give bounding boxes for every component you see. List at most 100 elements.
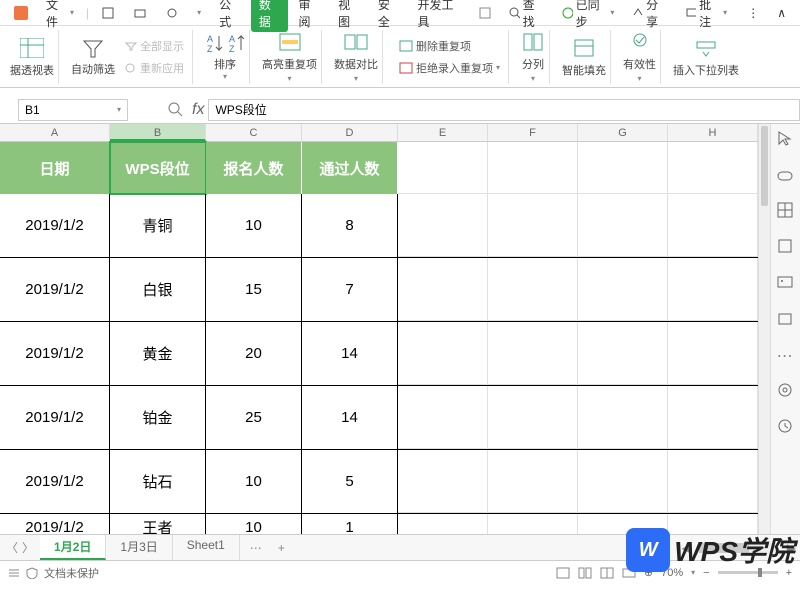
app-menu-icon[interactable] [6, 4, 36, 22]
insert-dropdown-button[interactable]: 插入下拉列表 [669, 30, 743, 84]
select-icon[interactable] [777, 166, 795, 184]
table-row[interactable]: 2019/1/2钻石105 [0, 450, 758, 514]
name-box[interactable]: B1 ▾ [18, 99, 128, 121]
cell[interactable]: 2019/1/2 [0, 386, 110, 449]
tab-review[interactable]: 审阅 [290, 0, 328, 32]
column-header-E[interactable]: E [398, 124, 488, 141]
file-menu[interactable]: 文件▾ [38, 0, 82, 32]
text-to-col-button[interactable]: 分列▾ [517, 30, 550, 84]
sheet-tab[interactable]: Sheet1 [173, 535, 240, 560]
spreadsheet-grid[interactable]: ABCDEFGH 日期WPS段位报名人数通过人数 2019/1/2青铜10820… [0, 124, 800, 534]
tab-next-icon[interactable]: 〉 [22, 539, 34, 556]
column-headers[interactable]: ABCDEFGH [0, 124, 758, 142]
tab-security[interactable]: 安全 [370, 0, 408, 32]
cell[interactable]: 15 [206, 258, 302, 321]
settings-icon[interactable] [777, 382, 795, 400]
remove-dup-button[interactable]: 删除重复项 [395, 36, 504, 56]
view-normal-icon[interactable] [556, 567, 570, 579]
cell[interactable]: 10 [206, 450, 302, 513]
more-icon[interactable]: ⋯ [777, 346, 795, 364]
table-row[interactable]: 2019/1/2青铜108 [0, 194, 758, 258]
pivot-group[interactable]: 据透视表 [6, 30, 59, 84]
cell[interactable]: 2019/1/2 [0, 322, 110, 385]
cell[interactable]: 5 [302, 450, 398, 513]
tab-devtools[interactable]: 开发工具 [410, 0, 469, 32]
cell[interactable]: 2019/1/2 [0, 450, 110, 513]
table-header[interactable]: 报名人数 [206, 142, 302, 194]
add-sheet-icon[interactable]: + [272, 541, 291, 555]
sort-button[interactable]: 排序▾ [214, 56, 236, 81]
column-header-A[interactable]: A [0, 124, 110, 141]
help-icon[interactable]: ⋮ [739, 4, 767, 22]
sync-status[interactable]: 已同步▾ [554, 0, 622, 32]
image-icon[interactable] [777, 274, 795, 292]
cell[interactable]: 14 [302, 386, 398, 449]
highlight-dup-button[interactable]: 高亮重复项▾ [258, 30, 322, 84]
showall-button[interactable]: 全部显示 [121, 36, 188, 56]
autofilter-button[interactable]: 自动筛选 [71, 37, 115, 77]
backup-icon[interactable] [777, 310, 795, 328]
column-header-B[interactable]: B [110, 124, 206, 141]
share-button[interactable]: 分享 [624, 0, 675, 32]
table-header[interactable]: 通过人数 [302, 142, 398, 194]
tab-view[interactable]: 视图 [330, 0, 368, 32]
collapse-icon[interactable]: ∧ [769, 4, 794, 22]
tab-prev-icon[interactable]: 〈 [6, 539, 18, 556]
tab-formula[interactable]: 公式 [211, 0, 249, 32]
list-icon[interactable] [8, 567, 20, 579]
grid-icon[interactable] [777, 202, 795, 220]
zoom-icon[interactable] [168, 102, 184, 118]
cell[interactable]: 王者 [110, 514, 206, 534]
view-page-icon[interactable] [578, 567, 592, 579]
save-icon[interactable] [93, 4, 123, 22]
column-header-C[interactable]: C [206, 124, 302, 141]
table-header[interactable]: 日期 [0, 142, 110, 194]
fx-icon[interactable]: fx [192, 101, 204, 119]
tab-more-icon[interactable]: ⋯ [240, 541, 272, 555]
table-row[interactable]: 2019/1/2黄金2014 [0, 322, 758, 386]
sheet-tab[interactable]: 1月2日 [40, 535, 106, 560]
sort-asc-button[interactable]: AZ [205, 32, 223, 54]
properties-icon[interactable] [777, 238, 795, 256]
smart-fill-button[interactable]: 智能填充 [558, 30, 611, 84]
cell[interactable]: 黄金 [110, 322, 206, 385]
print-icon[interactable] [125, 4, 155, 22]
formula-input[interactable]: WPS段位 [208, 99, 800, 121]
cell[interactable]: 2019/1/2 [0, 258, 110, 321]
history-icon[interactable] [777, 418, 795, 436]
column-header-D[interactable]: D [302, 124, 398, 141]
table-row[interactable]: 2019/1/2铂金2514 [0, 386, 758, 450]
cell[interactable]: 2019/1/2 [0, 194, 110, 257]
column-header-F[interactable]: F [488, 124, 578, 141]
cell[interactable]: 青铜 [110, 194, 206, 257]
vertical-scrollbar[interactable] [758, 124, 770, 534]
cell[interactable]: 2019/1/2 [0, 514, 110, 534]
protect-status[interactable]: 文档未保护 [44, 565, 99, 581]
cell[interactable]: 14 [302, 322, 398, 385]
tab-data[interactable]: 数据 [251, 0, 289, 32]
reapply-button[interactable]: 重新应用 [121, 58, 188, 78]
cell[interactable]: 25 [206, 386, 302, 449]
sort-desc-button[interactable]: AZ [227, 32, 245, 54]
validation-button[interactable]: 有效性▾ [619, 30, 661, 84]
cell[interactable]: 铂金 [110, 386, 206, 449]
undo-dropdown[interactable]: ▾ [189, 6, 209, 19]
cell[interactable]: 8 [302, 194, 398, 257]
cell[interactable]: 白银 [110, 258, 206, 321]
cursor-icon[interactable] [777, 130, 795, 148]
cell[interactable]: 10 [206, 194, 302, 257]
table-header[interactable]: WPS段位 [110, 142, 206, 194]
cell[interactable]: 10 [206, 514, 302, 534]
cell[interactable]: 7 [302, 258, 398, 321]
cell[interactable]: 1 [302, 514, 398, 534]
table-row[interactable]: 2019/1/2白银157 [0, 258, 758, 322]
view-break-icon[interactable] [600, 567, 614, 579]
preview-icon[interactable] [157, 4, 187, 22]
compare-button[interactable]: 数据对比▾ [330, 30, 383, 84]
search-button[interactable]: 查找 [501, 0, 552, 32]
reject-dup-button[interactable]: 拒绝录入重复项▾ [395, 58, 504, 78]
annotate-button[interactable]: 批注▾ [678, 0, 736, 32]
tab-more-icon[interactable] [471, 5, 499, 21]
cell[interactable]: 20 [206, 322, 302, 385]
column-header-G[interactable]: G [578, 124, 668, 141]
